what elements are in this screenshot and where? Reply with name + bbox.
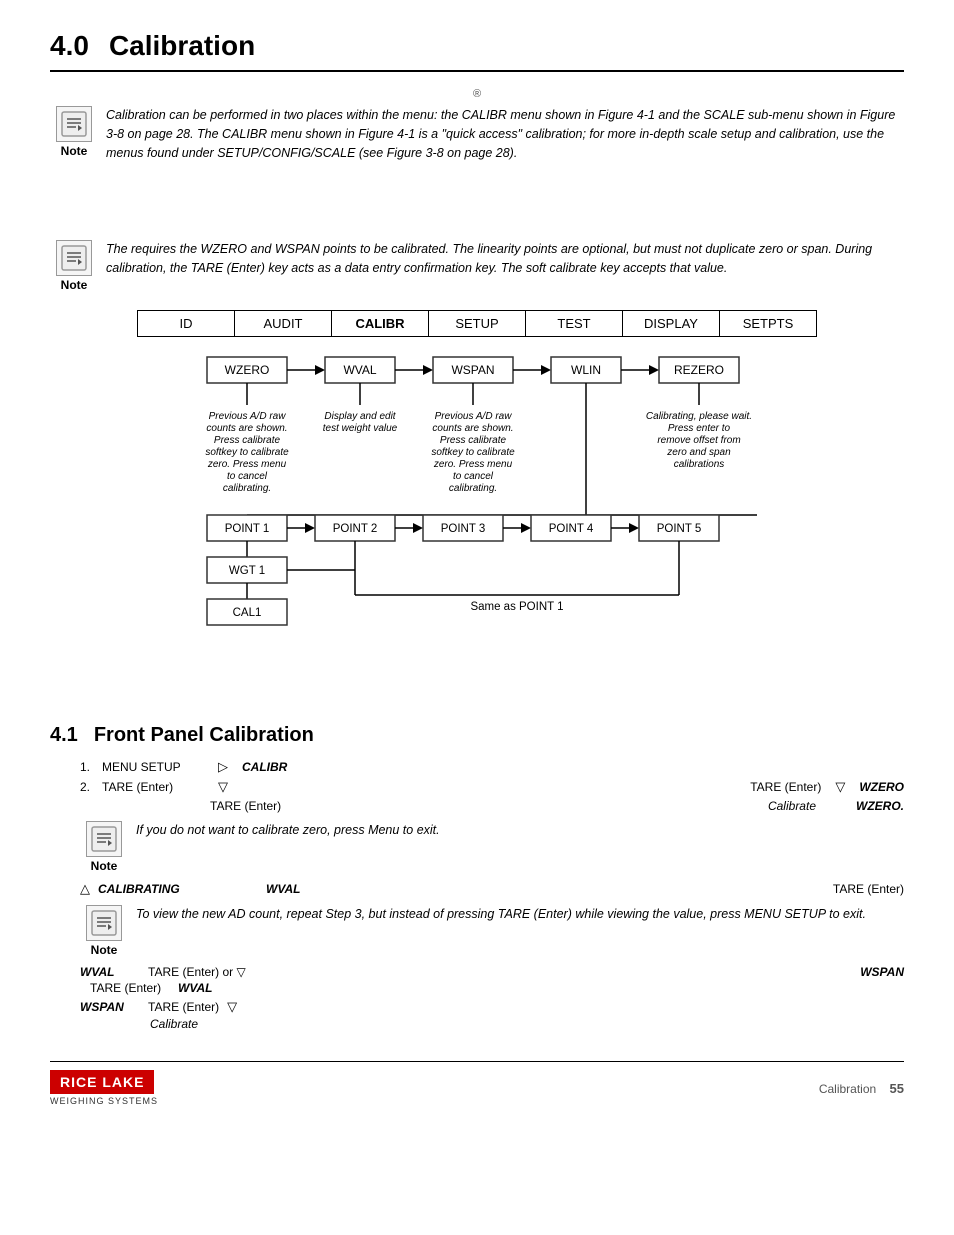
- svg-text:zero. Press menu: zero. Press menu: [207, 459, 287, 470]
- menu-item-setup: SETUP: [429, 311, 526, 336]
- step-3-sub: WVAL: [266, 882, 300, 896]
- svg-text:softkey to calibrate: softkey to calibrate: [431, 447, 515, 458]
- svg-text:POINT 1: POINT 1: [225, 523, 270, 535]
- svg-text:CAL1: CAL1: [233, 607, 262, 619]
- step-1-result: CALIBR: [242, 760, 287, 774]
- note-icon-2: Note: [50, 240, 98, 292]
- svg-text:POINT 5: POINT 5: [657, 523, 702, 535]
- step-3-result: TARE (Enter): [833, 882, 904, 896]
- svg-text:Press calibrate: Press calibrate: [440, 435, 507, 446]
- step-2-bold: WZERO: [859, 780, 904, 794]
- step-2-result2: TARE (Enter): [750, 780, 821, 794]
- menu-item-setpts: SETPTS: [720, 311, 816, 336]
- svg-text:Press calibrate: Press calibrate: [214, 435, 281, 446]
- svg-text:softkey to calibrate: softkey to calibrate: [205, 447, 289, 458]
- flow-diagram: WZERO WVAL WSPAN WLIN REZERO: [127, 337, 827, 700]
- step-1-label: MENU SETUP: [102, 760, 212, 774]
- step-2-tri: ▽: [218, 779, 228, 795]
- step-4-row: WVAL TARE (Enter) or ▽ WSPAN: [80, 965, 904, 979]
- note-block-1: Note Calibration can be performed in two…: [50, 106, 904, 162]
- note-3-text: If you do not want to calibrate zero, pr…: [136, 821, 904, 840]
- step-2-sub: TARE (Enter) Calibrate WZERO.: [210, 799, 904, 813]
- svg-text:POINT 3: POINT 3: [441, 523, 486, 535]
- step-4-tare: TARE (Enter): [90, 981, 170, 995]
- step-5-sub: Calibrate: [150, 1017, 904, 1031]
- note-icon-img-3: [90, 825, 118, 853]
- step-2-row: 2. TARE (Enter) ▽ TARE (Enter) ▽ WZERO: [80, 779, 904, 795]
- svg-text:WSPAN: WSPAN: [451, 363, 494, 377]
- svg-text:POINT 2: POINT 2: [333, 523, 378, 535]
- svg-text:to cancel: to cancel: [227, 471, 268, 482]
- note-image-icon-2: [60, 244, 88, 272]
- step-3-tri: △: [80, 881, 90, 897]
- menu-item-id: ID: [138, 311, 235, 336]
- steps-area: 1. MENU SETUP ▷ CALIBR 2. TARE (Enter) ▽…: [80, 759, 904, 1031]
- step-4-wval-sub: WVAL: [178, 981, 212, 995]
- step-3-row: △ CALIBRATING WVAL TARE (Enter): [80, 881, 904, 897]
- menu-item-display: DISPLAY: [623, 311, 720, 336]
- svg-text:WLIN: WLIN: [571, 363, 601, 377]
- svg-text:Previous A/D raw: Previous A/D raw: [435, 411, 513, 422]
- footer-right: Calibration 55: [819, 1081, 904, 1096]
- note-block-3: Note If you do not want to calibrate zer…: [80, 821, 904, 873]
- step-5-tare: TARE (Enter): [148, 1000, 219, 1014]
- svg-text:remove offset from: remove offset from: [657, 435, 740, 446]
- menu-item-calibr: CALIBR: [332, 311, 429, 336]
- svg-text:zero and span: zero and span: [666, 447, 731, 458]
- step-4-wval: WVAL: [80, 965, 140, 979]
- note-icon-img-4: [90, 909, 118, 937]
- svg-text:calibrating.: calibrating.: [223, 483, 271, 494]
- svg-text:Display and edit: Display and edit: [324, 411, 396, 422]
- svg-text:POINT 4: POINT 4: [549, 523, 594, 535]
- svg-text:to cancel: to cancel: [453, 471, 494, 482]
- menu-item-audit: AUDIT: [235, 311, 332, 336]
- menu-item-test: TEST: [526, 311, 623, 336]
- svg-text:zero. Press menu: zero. Press menu: [433, 459, 513, 470]
- svg-text:WZERO: WZERO: [225, 363, 270, 377]
- svg-text:calibrating.: calibrating.: [449, 483, 497, 494]
- svg-text:calibrations: calibrations: [674, 459, 725, 470]
- step-1-arrow: ▷: [218, 759, 228, 775]
- step-5-wspan: WSPAN: [80, 1000, 140, 1014]
- step-2-label: TARE (Enter): [102, 780, 212, 794]
- registered-mark: ®: [50, 88, 904, 100]
- footer-logo: RICE LAKE WEIGHING SYSTEMS: [50, 1070, 158, 1106]
- page-title: 4.0Calibration: [50, 30, 904, 72]
- step-5-row: WSPAN TARE (Enter) ▽: [80, 999, 904, 1015]
- section-41-title: 4.1Front Panel Calibration: [50, 724, 904, 747]
- note-4-text: To view the new AD count, repeat Step 3,…: [136, 905, 904, 924]
- note-block-2: Note The requires the WZERO and WSPAN po…: [50, 240, 904, 292]
- svg-text:Press enter to: Press enter to: [668, 423, 731, 434]
- svg-text:Calibrating, please wait.: Calibrating, please wait.: [646, 411, 752, 422]
- step-5-tri: ▽: [227, 999, 237, 1015]
- step-4-tare-or: TARE (Enter) or ▽: [148, 965, 246, 979]
- flow-svg: WZERO WVAL WSPAN WLIN REZERO: [127, 337, 827, 697]
- svg-text:REZERO: REZERO: [674, 363, 724, 377]
- note-icon-3: Note: [80, 821, 128, 873]
- note-image-icon: [60, 110, 88, 138]
- calibration-diagram: ID AUDIT CALIBR SETUP TEST DISPLAY SETPT…: [50, 310, 904, 700]
- note-block-4: Note To view the new AD count, repeat St…: [80, 905, 904, 957]
- note-icon-1: Note: [50, 106, 98, 158]
- svg-text:Same as POINT 1: Same as POINT 1: [470, 601, 563, 613]
- step-2-tri2: ▽: [835, 779, 845, 795]
- svg-text:counts are shown.: counts are shown.: [206, 423, 287, 434]
- logo-sub: WEIGHING SYSTEMS: [50, 1096, 158, 1106]
- step-4-wspan: WSPAN: [860, 965, 904, 979]
- svg-text:WGT 1: WGT 1: [229, 565, 265, 577]
- svg-text:Previous A/D raw: Previous A/D raw: [209, 411, 287, 422]
- svg-text:WVAL: WVAL: [343, 363, 376, 377]
- step-4-sub-row: TARE (Enter) WVAL: [90, 981, 904, 995]
- step-1-row: 1. MENU SETUP ▷ CALIBR: [80, 759, 904, 775]
- svg-text:test weight value: test weight value: [323, 423, 398, 434]
- step-2-wzero: WZERO.: [856, 799, 904, 813]
- footer: RICE LAKE WEIGHING SYSTEMS Calibration 5…: [50, 1061, 904, 1106]
- step-2-calibrate: Calibrate: [768, 799, 816, 813]
- step-5-calibrate: Calibrate: [150, 1017, 198, 1031]
- menu-bar: ID AUDIT CALIBR SETUP TEST DISPLAY SETPT…: [137, 310, 817, 337]
- svg-text:counts are shown.: counts are shown.: [432, 423, 513, 434]
- note-icon-4: Note: [80, 905, 128, 957]
- step-3-label: CALIBRATING: [98, 882, 218, 896]
- logo-name: RICE LAKE: [50, 1070, 154, 1094]
